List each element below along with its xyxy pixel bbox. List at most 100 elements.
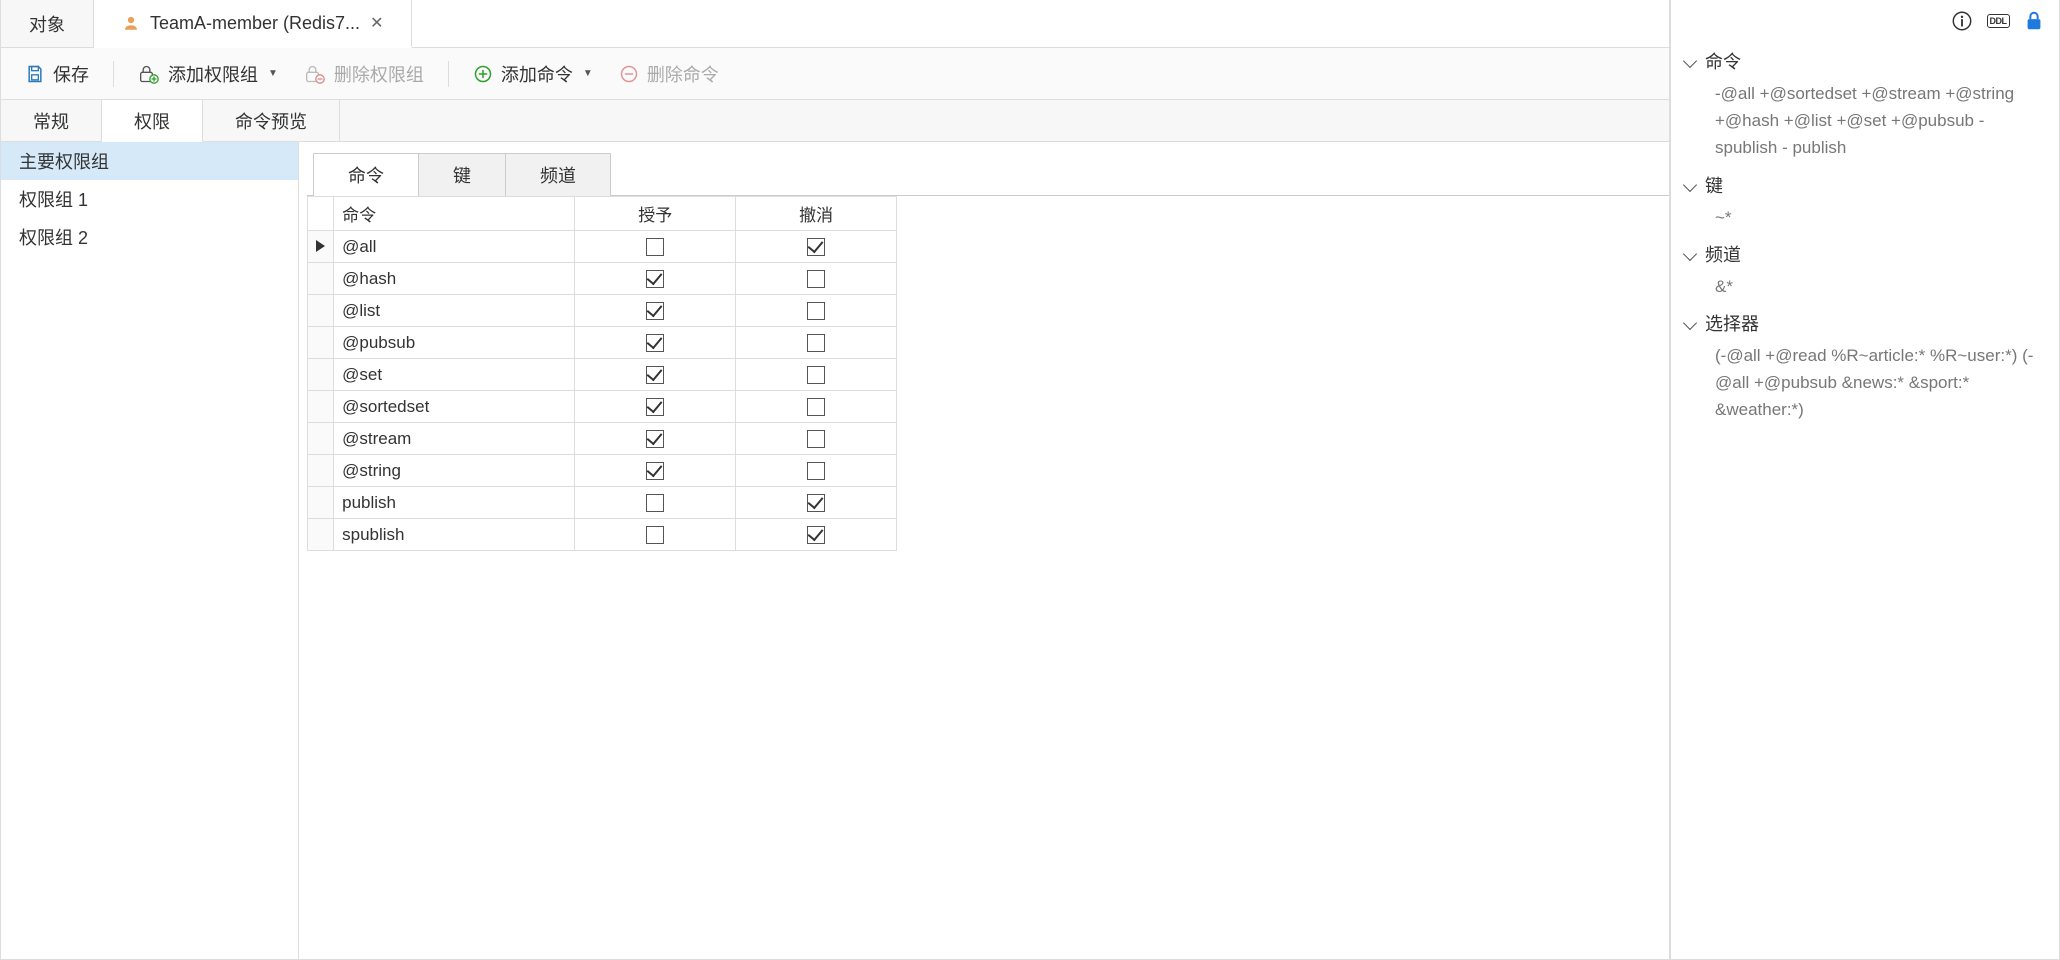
cmd-cell[interactable]: @list (334, 295, 575, 327)
minus-circle-icon (619, 64, 639, 84)
revoke-cell[interactable] (736, 391, 897, 423)
checkbox[interactable] (807, 334, 825, 352)
section-header[interactable]: 命令 (1685, 44, 2045, 78)
tab-general[interactable]: 常规 (1, 100, 102, 141)
tab-permissions[interactable]: 权限 (102, 99, 203, 142)
row-indicator (308, 295, 334, 327)
revoke-cell[interactable] (736, 519, 897, 551)
perm-group-item-main[interactable]: 主要权限组 (1, 142, 298, 180)
cmd-cell[interactable]: spublish (334, 519, 575, 551)
grant-cell[interactable] (575, 295, 736, 327)
cmd-cell[interactable]: @set (334, 359, 575, 391)
grant-cell[interactable] (575, 391, 736, 423)
checkbox[interactable] (646, 334, 664, 352)
grant-cell[interactable] (575, 519, 736, 551)
center-tab-channels[interactable]: 频道 (506, 153, 611, 196)
table-row[interactable]: @string (308, 455, 897, 487)
section-title: 键 (1705, 172, 1723, 198)
save-button[interactable]: 保存 (15, 57, 99, 91)
center-tab-keys[interactable]: 键 (419, 153, 506, 196)
tab-label: 命令预览 (235, 108, 307, 134)
revoke-cell[interactable] (736, 359, 897, 391)
add-cmd-button[interactable]: 添加命令 ▼ (463, 57, 603, 91)
dropdown-caret-icon[interactable]: ▼ (583, 68, 593, 79)
revoke-cell[interactable] (736, 423, 897, 455)
perm-group-item-2[interactable]: 权限组 2 (1, 218, 298, 256)
perm-group-item-1[interactable]: 权限组 1 (1, 180, 298, 218)
checkbox[interactable] (807, 430, 825, 448)
grant-cell[interactable] (575, 263, 736, 295)
tab-cmd-preview[interactable]: 命令预览 (203, 100, 340, 141)
grant-cell[interactable] (575, 423, 736, 455)
revoke-cell[interactable] (736, 327, 897, 359)
checkbox[interactable] (646, 526, 664, 544)
revoke-cell[interactable] (736, 231, 897, 263)
checkbox[interactable] (807, 526, 825, 544)
cmd-cell[interactable]: @hash (334, 263, 575, 295)
table-row[interactable]: @stream (308, 423, 897, 455)
close-icon[interactable]: ✕ (370, 13, 383, 33)
checkbox[interactable] (807, 302, 825, 320)
list-item-label: 权限组 2 (19, 228, 88, 248)
center-tabs: 命令 键 频道 (313, 152, 1669, 195)
cmd-cell[interactable]: @stream (334, 423, 575, 455)
revoke-cell[interactable] (736, 295, 897, 327)
section-header[interactable]: 频道 (1685, 237, 2045, 271)
tab-label: 常规 (33, 108, 69, 134)
cmd-cell[interactable]: publish (334, 487, 575, 519)
tab-objects[interactable]: 对象 (1, 0, 94, 47)
cmd-cell[interactable]: @sortedset (334, 391, 575, 423)
table-row[interactable]: @set (308, 359, 897, 391)
checkbox[interactable] (646, 302, 664, 320)
table-row[interactable]: publish (308, 487, 897, 519)
checkbox[interactable] (646, 270, 664, 288)
separator (113, 61, 114, 87)
checkbox[interactable] (807, 366, 825, 384)
table-row[interactable]: spublish (308, 519, 897, 551)
col-header-cmd[interactable]: 命令 (334, 197, 575, 231)
grant-cell[interactable] (575, 455, 736, 487)
revoke-cell[interactable] (736, 487, 897, 519)
row-indicator (308, 391, 334, 423)
checkbox[interactable] (807, 494, 825, 512)
checkbox[interactable] (646, 494, 664, 512)
cmd-cell[interactable]: @string (334, 455, 575, 487)
checkbox[interactable] (646, 462, 664, 480)
col-header-revoke[interactable]: 撤消 (736, 197, 897, 231)
grant-cell[interactable] (575, 231, 736, 263)
grant-cell[interactable] (575, 327, 736, 359)
add-cmd-label: 添加命令 (501, 61, 573, 87)
add-perm-group-button[interactable]: 添加权限组 ▼ (128, 57, 288, 91)
checkbox[interactable] (807, 270, 825, 288)
tab-label: 命令 (348, 166, 384, 186)
checkbox[interactable] (646, 430, 664, 448)
ddl-icon[interactable]: DDL (1987, 10, 2009, 32)
revoke-cell[interactable] (736, 455, 897, 487)
table-row[interactable]: @sortedset (308, 391, 897, 423)
table-row[interactable]: @hash (308, 263, 897, 295)
center-tab-cmd[interactable]: 命令 (313, 153, 419, 196)
checkbox[interactable] (646, 366, 664, 384)
table-row[interactable]: @all (308, 231, 897, 263)
revoke-cell[interactable] (736, 263, 897, 295)
tab-teama-member[interactable]: TeamA-member (Redis7... ✕ (94, 0, 412, 48)
checkbox[interactable] (807, 238, 825, 256)
checkbox[interactable] (646, 398, 664, 416)
checkbox[interactable] (807, 398, 825, 416)
checkbox[interactable] (646, 238, 664, 256)
del-perm-group-label: 删除权限组 (334, 61, 424, 87)
table-row[interactable]: @list (308, 295, 897, 327)
table-row[interactable]: @pubsub (308, 327, 897, 359)
section-header[interactable]: 选择器 (1685, 306, 2045, 340)
checkbox[interactable] (807, 462, 825, 480)
col-header-grant[interactable]: 授予 (575, 197, 736, 231)
cmd-cell[interactable]: @pubsub (334, 327, 575, 359)
grant-cell[interactable] (575, 359, 736, 391)
grant-cell[interactable] (575, 487, 736, 519)
info-icon[interactable] (1951, 10, 1973, 32)
cmd-cell[interactable]: @all (334, 231, 575, 263)
dropdown-caret-icon[interactable]: ▼ (268, 68, 278, 79)
section-header[interactable]: 键 (1685, 168, 2045, 202)
lock-icon[interactable] (2023, 10, 2045, 32)
chevron-down-icon (1683, 316, 1697, 330)
